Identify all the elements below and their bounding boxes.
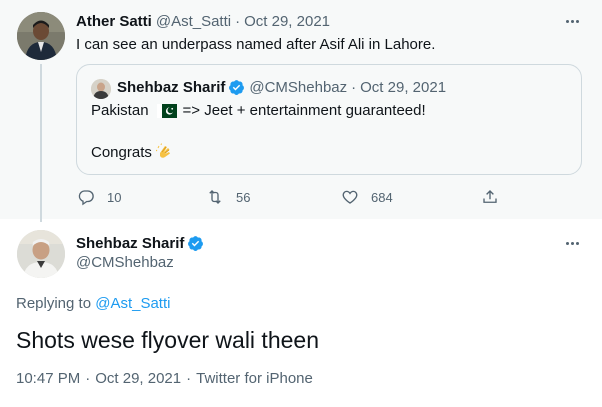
pakistan-flag-icon: [156, 103, 177, 118]
reply-icon: [78, 190, 94, 206]
replying-to-handle-link[interactable]: @Ast_Satti: [95, 295, 170, 312]
parent-tweet-date[interactable]: Oct 29, 2021: [244, 13, 330, 30]
replying-to-label: Replying to: [16, 295, 92, 312]
share-action[interactable]: [481, 184, 511, 210]
meta-separator: ·: [85, 370, 91, 387]
like-action[interactable]: 684: [341, 184, 393, 210]
main-author-handle[interactable]: @CMShehbaz: [76, 254, 174, 271]
quoted-text-rest: => Jeet + entertainment guaranteed!: [182, 102, 426, 119]
tweet-time[interactable]: 10:47 PM: [16, 370, 80, 387]
ather-satti-avatar[interactable]: [17, 12, 65, 60]
verified-badge-icon: [188, 235, 204, 251]
retweet-action[interactable]: 56: [206, 184, 250, 210]
quoted-tweet-header: Shehbaz Sharif @CMShehbaz · Oct 29, 2021: [117, 77, 446, 97]
tweet-date[interactable]: Oct 29, 2021: [95, 370, 181, 387]
quoted-text-congrats: Congrats: [91, 143, 152, 161]
parent-author-name[interactable]: Ather Satti: [76, 13, 152, 30]
parent-tweet-text: I can see an underpass named after Asif …: [76, 36, 436, 53]
share-icon: [483, 190, 497, 203]
tweet-metadata: 10:47 PM · Oct 29, 2021 · Twitter for iPhone: [16, 370, 313, 387]
tweet-source[interactable]: Twitter for iPhone: [196, 370, 313, 387]
verified-badge-icon: [229, 79, 245, 95]
quoted-tweet-line-1: Pakistan => Jeet + entertainment guarant…: [91, 102, 426, 119]
quoted-tweet-card[interactable]: Shehbaz Sharif @CMShehbaz · Oct 29, 2021…: [76, 64, 582, 175]
header-separator: ·: [235, 12, 241, 30]
quoted-tweet-date: Oct 29, 2021: [360, 78, 447, 96]
parent-author-handle[interactable]: @Ast_Satti: [156, 13, 231, 30]
parent-tweet[interactable]: Ather Satti @Ast_Satti · Oct 29, 2021 I …: [0, 0, 602, 222]
more-options-icon[interactable]: [563, 12, 581, 30]
like-count: 684: [371, 189, 393, 205]
main-author-name[interactable]: Shehbaz Sharif: [76, 235, 184, 252]
shehbaz-sharif-small-avatar: [91, 79, 111, 99]
main-tweet-header: Shehbaz Sharif: [76, 233, 204, 253]
clapping-hands-icon: [155, 143, 170, 158]
reply-action[interactable]: 10: [77, 184, 121, 210]
main-tweet-text: Shots wese flyover wali theen: [16, 327, 319, 353]
shehbaz-sharif-avatar[interactable]: [17, 230, 65, 278]
quoted-tweet-line-2: Congrats: [91, 143, 174, 161]
meta-separator: ·: [186, 370, 192, 387]
heart-icon: [342, 190, 358, 204]
more-options-icon[interactable]: [563, 234, 581, 252]
quoted-separator: ·: [351, 78, 357, 96]
retweet-icon: [209, 190, 221, 204]
quoted-author-name: Shehbaz Sharif: [117, 78, 226, 96]
reply-count: 10: [107, 189, 122, 205]
quoted-text-pakistan: Pakistan: [91, 102, 149, 119]
replying-to-line: Replying to @Ast_Satti: [16, 295, 170, 312]
parent-tweet-header: Ather Satti @Ast_Satti · Oct 29, 2021: [76, 11, 330, 31]
thread-connector-line: [40, 64, 42, 222]
quoted-author-handle: @CMShehbaz: [249, 78, 348, 96]
retweet-count: 56: [236, 189, 251, 205]
